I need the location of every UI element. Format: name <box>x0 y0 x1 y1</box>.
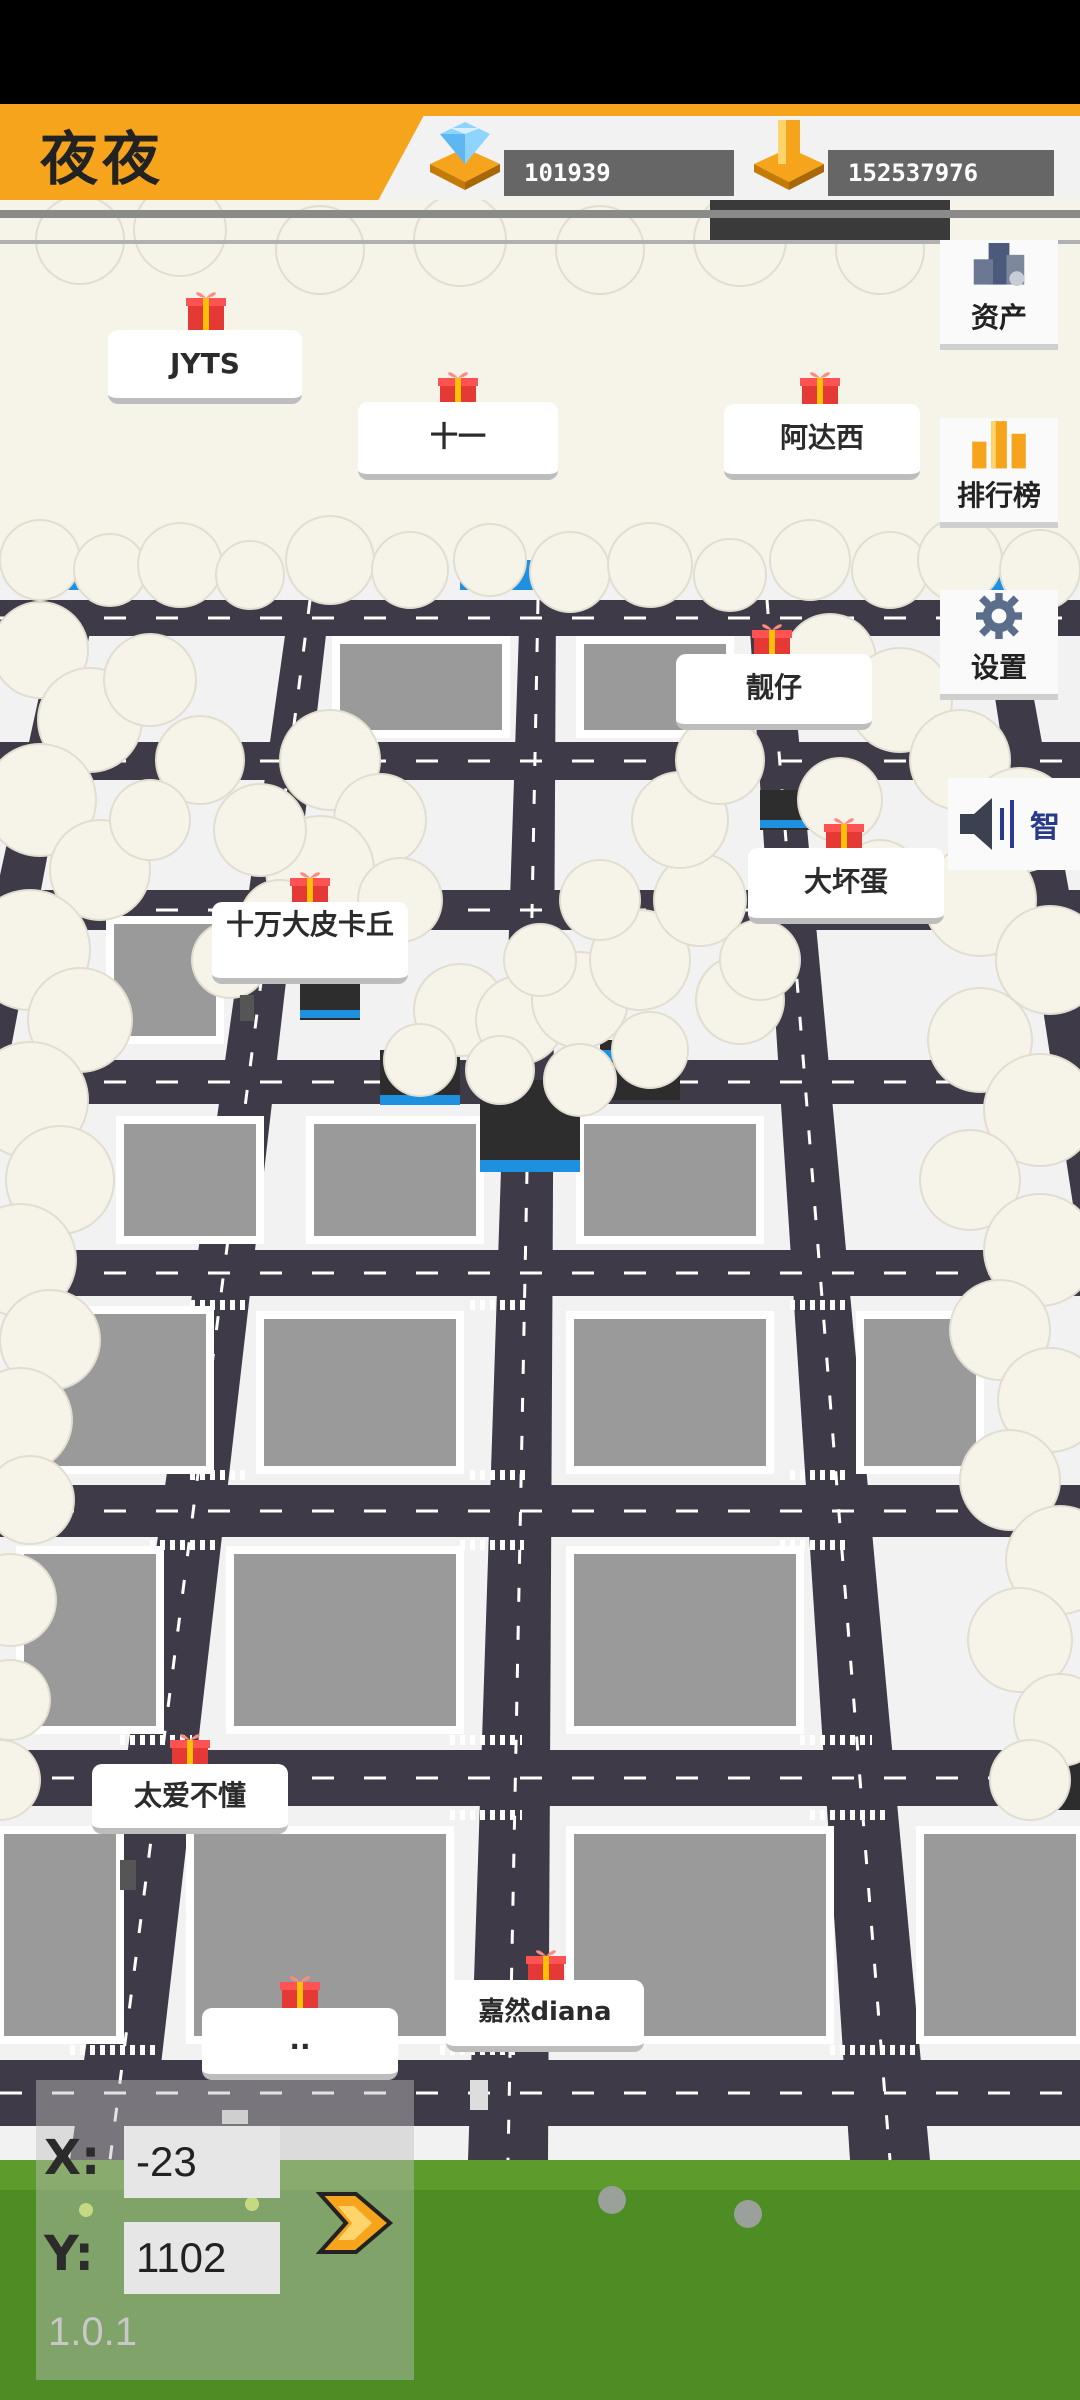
settings-gear-icon <box>975 592 1023 640</box>
player-label[interactable]: 阿达西 <box>724 404 920 480</box>
settings-label: 设置 <box>970 651 1027 684</box>
player-label[interactable]: JYTS <box>108 330 302 404</box>
diamond-count: 101939 <box>504 150 734 196</box>
player-label[interactable]: 十万大皮卡丘 <box>212 902 408 984</box>
assets-buildings-icon <box>973 242 1025 287</box>
leaderboard-bars-icon <box>972 421 1026 469</box>
leaderboard-label: 排行榜 <box>956 479 1041 512</box>
gold-coins-icon <box>754 120 824 190</box>
voice-button[interactable]: 智 <box>948 778 1080 870</box>
player-label[interactable]: 大坏蛋 <box>748 848 944 924</box>
assets-button[interactable]: 资产 <box>940 240 1058 350</box>
voice-label: 智 <box>1030 810 1060 845</box>
version-text: 1.0.1 <box>48 2310 137 2354</box>
go-arrow-button[interactable] <box>316 2190 394 2256</box>
y-label: Y: <box>44 2226 94 2282</box>
diamond-icon <box>430 122 500 190</box>
x-coordinate-input[interactable]: -23 <box>124 2126 280 2198</box>
player-label[interactable]: .. <box>202 2008 398 2080</box>
player-label[interactable]: 嘉然diana <box>446 1980 644 2052</box>
player-label[interactable]: 太爱不懂 <box>92 1764 288 1834</box>
speaker-icon <box>960 798 1014 850</box>
player-label[interactable]: 靓仔 <box>676 654 872 730</box>
player-name: 夜夜 <box>40 125 165 193</box>
y-coordinate-input[interactable]: 1102 <box>124 2222 280 2294</box>
assets-label: 资产 <box>970 301 1027 334</box>
player-label[interactable]: 十一 <box>358 402 558 480</box>
gold-count: 152537976 <box>828 150 1054 196</box>
leaderboard-button[interactable]: 排行榜 <box>940 418 1058 528</box>
x-label: X: <box>44 2130 101 2186</box>
settings-button[interactable]: 设置 <box>940 590 1058 700</box>
